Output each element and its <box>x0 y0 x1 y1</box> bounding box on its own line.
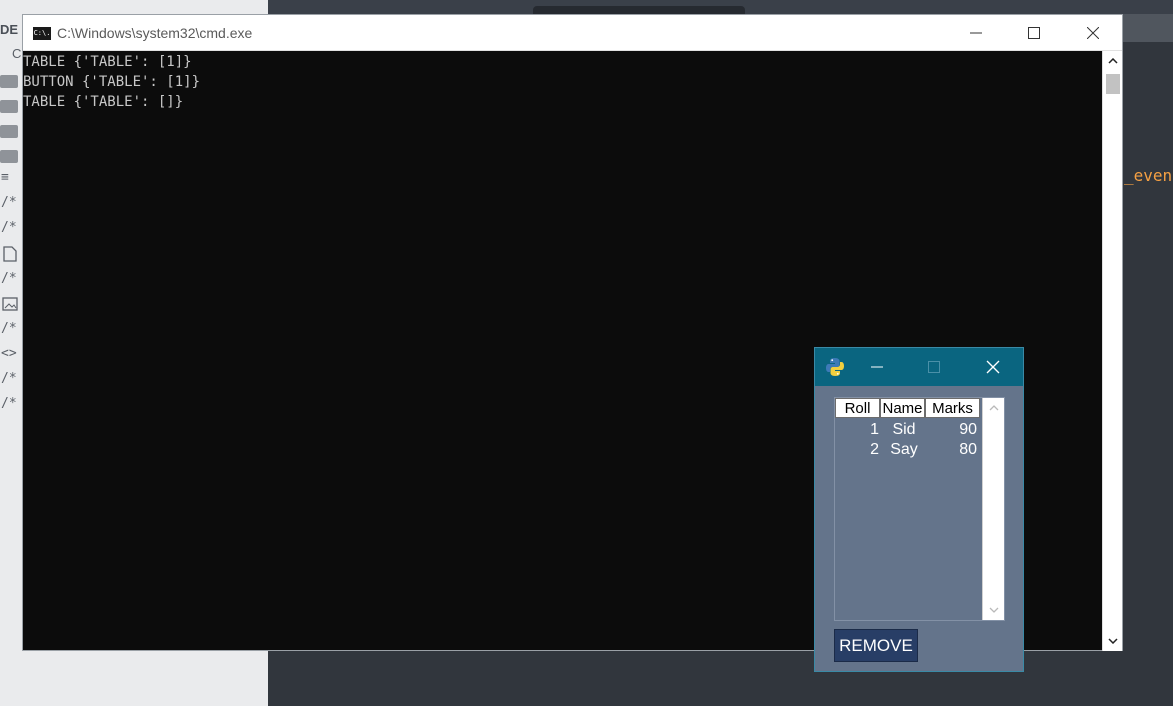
console-line: TABLE {'TABLE': []} <box>23 94 184 110</box>
remove-button[interactable]: REMOVE <box>834 629 918 662</box>
editor-right-strip <box>1123 14 1173 42</box>
column-header-name[interactable]: Name <box>880 398 925 418</box>
list-icon[interactable]: ≡ <box>0 168 22 190</box>
code-icon[interactable]: <> <box>0 344 22 366</box>
python-icon <box>826 358 844 376</box>
code-fragment: _even <box>1124 166 1173 185</box>
folder-icon[interactable] <box>0 95 22 117</box>
table-body: 1 Sid 90 2 Say 80 <box>835 420 981 460</box>
close-button[interactable] <box>1070 15 1116 51</box>
cmd-scrollbar[interactable] <box>1102 51 1122 651</box>
minimize-icon <box>871 366 883 368</box>
bottom-strip <box>0 706 1173 713</box>
scroll-up-icon[interactable] <box>1103 51 1123 71</box>
marks-table[interactable]: Roll Name Marks 1 Sid 90 2 Say 80 <box>834 397 1005 621</box>
minimize-icon <box>970 32 982 34</box>
scroll-down-icon[interactable] <box>1103 631 1123 651</box>
column-header-roll[interactable]: Roll <box>835 398 880 418</box>
comment-icon[interactable]: /* <box>0 218 22 240</box>
cell-name: Sid <box>892 421 916 438</box>
file-icon[interactable] <box>0 244 22 266</box>
sidebar-item[interactable]: C <box>0 44 22 66</box>
cell-name: Say <box>890 441 918 458</box>
comment-icon[interactable]: /* <box>0 394 22 416</box>
minimize-button[interactable] <box>953 15 999 51</box>
table-header: Roll Name Marks <box>835 398 980 419</box>
close-button[interactable] <box>973 348 1013 386</box>
scroll-down-icon[interactable] <box>983 600 1004 620</box>
cell-roll: 2 <box>870 441 879 458</box>
folder-icon[interactable] <box>0 70 22 92</box>
comment-icon[interactable]: /* <box>0 319 22 341</box>
close-icon <box>986 360 1000 374</box>
python-window: Roll Name Marks 1 Sid 90 2 Say 80 REMOVE <box>814 347 1024 672</box>
maximize-button[interactable] <box>1011 15 1057 51</box>
console-line: TABLE {'TABLE': [1]} <box>23 54 192 70</box>
cmd-titlebar[interactable]: C:\. C:\Windows\system32\cmd.exe <box>23 15 1122 51</box>
maximize-button <box>914 348 954 386</box>
cmd-icon: C:\. <box>33 27 51 40</box>
scroll-up-icon[interactable] <box>983 398 1004 418</box>
comment-icon[interactable]: /* <box>0 369 22 391</box>
comment-icon[interactable]: /* <box>0 193 22 215</box>
cell-marks: 90 <box>959 421 977 438</box>
column-header-marks[interactable]: Marks <box>925 398 980 418</box>
table-scrollbar[interactable] <box>982 398 1004 620</box>
maximize-icon <box>1028 27 1040 39</box>
table-row[interactable]: 2 Say 80 <box>835 440 981 460</box>
python-titlebar[interactable] <box>815 348 1023 386</box>
folder-icon[interactable] <box>0 120 22 142</box>
cell-roll: 1 <box>870 421 879 438</box>
maximize-icon <box>928 361 940 373</box>
sidebar-label: DE <box>0 22 19 37</box>
table-row[interactable]: 1 Sid 90 <box>835 420 981 440</box>
close-icon <box>1087 27 1099 39</box>
cmd-title: C:\Windows\system32\cmd.exe <box>57 25 253 41</box>
scroll-thumb[interactable] <box>1106 74 1120 94</box>
folder-icon[interactable] <box>0 145 22 167</box>
console-line: BUTTON {'TABLE': [1]} <box>23 74 201 90</box>
minimize-button[interactable] <box>857 348 897 386</box>
cell-marks: 80 <box>959 441 977 458</box>
image-icon[interactable] <box>0 294 22 316</box>
comment-icon[interactable]: /* <box>0 269 22 291</box>
